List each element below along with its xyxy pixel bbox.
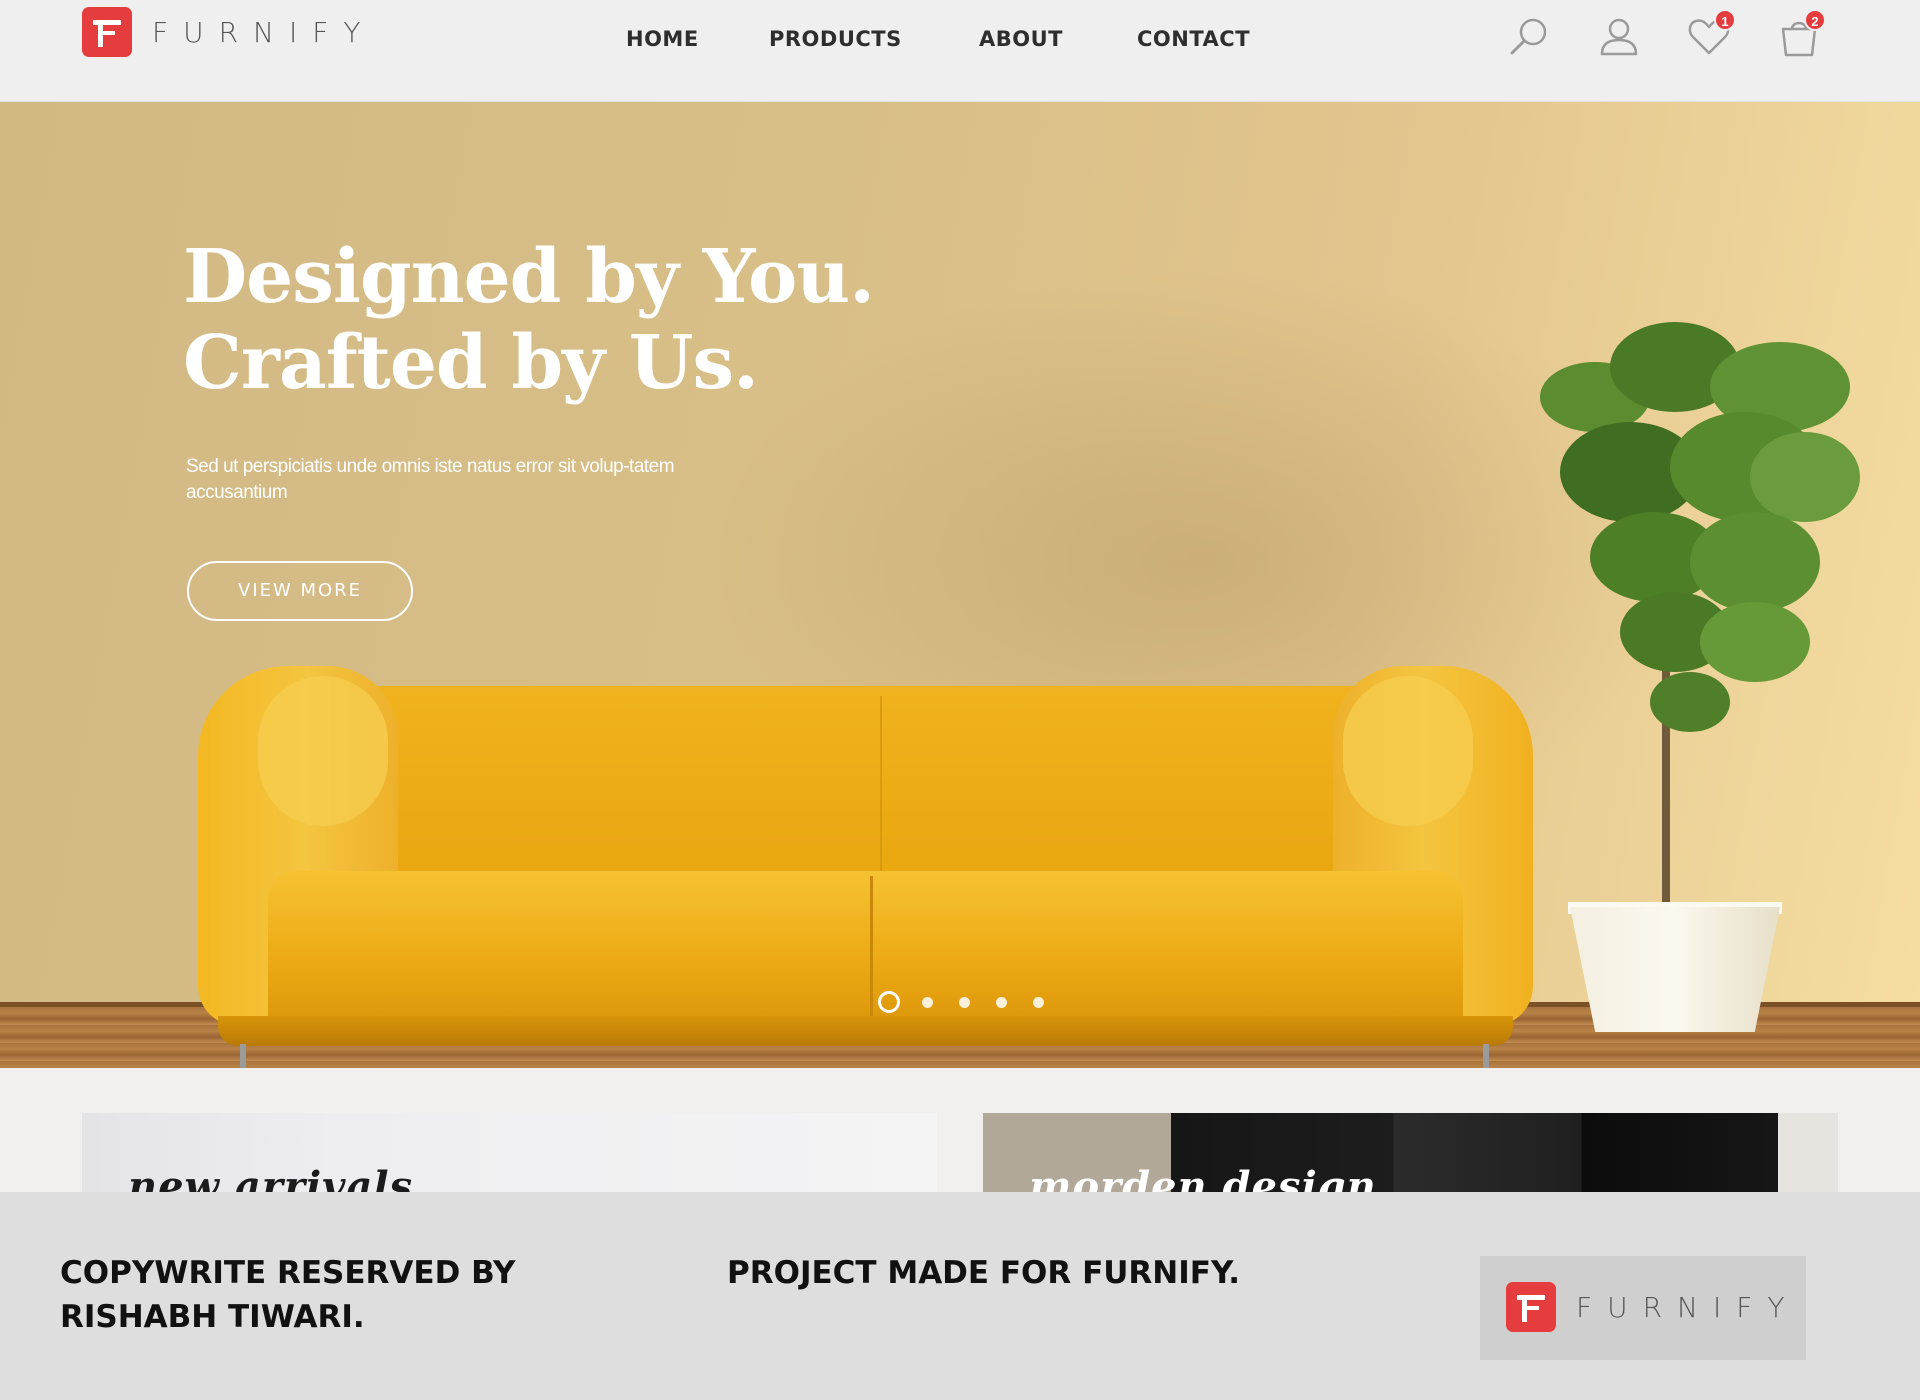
hero-title-line-1: Designed by You. xyxy=(183,234,875,320)
footer-project-note: PROJECT MADE FOR FURNIFY. xyxy=(727,1255,1241,1291)
footer-logo-box: FURNIFY xyxy=(1480,1256,1806,1360)
footer-brand-name: FURNIFY xyxy=(1576,1290,1800,1324)
cart-count-badge: 2 xyxy=(1804,9,1826,31)
nav-about[interactable]: ABOUT xyxy=(979,27,1063,51)
hero-subtitle: Sed ut perspiciatis unde omnis iste natu… xyxy=(186,456,675,503)
hero-title-line-2: Crafted by Us. xyxy=(183,320,759,406)
logo-mark-icon xyxy=(1506,1282,1556,1332)
user-icon xyxy=(1600,18,1638,56)
slide-dot-4[interactable] xyxy=(996,996,1007,1008)
nav-contact[interactable]: CONTACT xyxy=(1137,27,1250,51)
footer-brand-logo[interactable]: FURNIFY xyxy=(1506,1282,1799,1332)
slide-dots xyxy=(878,991,1070,1013)
nav-products[interactable]: PRODUCTS xyxy=(769,27,902,51)
search-button[interactable] xyxy=(1504,12,1554,62)
view-more-button[interactable]: VIEW MORE xyxy=(187,561,413,621)
nav-home[interactable]: HOME xyxy=(626,27,699,51)
logo-mark-icon xyxy=(82,7,132,57)
slide-dot-3[interactable] xyxy=(959,996,970,1008)
cart-button[interactable]: 2 xyxy=(1774,9,1826,62)
slide-dot-1[interactable] xyxy=(878,991,900,1013)
category-title: new arrivals xyxy=(128,1163,414,1193)
brand-name: FURNIFY xyxy=(152,15,376,49)
search-icon xyxy=(1510,18,1547,55)
category-card-new-arrivals[interactable]: new arrivals xyxy=(82,1113,937,1193)
site-footer: COPYWRITE RESERVED BY RISHABH TIWARI. PR… xyxy=(0,1192,1920,1400)
category-title: morden design xyxy=(1029,1163,1377,1193)
hero-title: Designed by You. Crafted by Us. xyxy=(183,234,875,406)
slide-dot-2[interactable] xyxy=(922,996,933,1008)
category-card-morden-design[interactable]: morden design xyxy=(983,1113,1838,1193)
brand-logo[interactable]: FURNIFY xyxy=(82,7,375,57)
account-button[interactable] xyxy=(1594,12,1644,62)
potted-plant-image xyxy=(1500,322,1880,1068)
site-header: FURNIFY HOME PRODUCTS ABOUT CONTACT 1 2 xyxy=(0,0,1920,102)
wishlist-button[interactable]: 1 xyxy=(1684,9,1736,62)
slide-dot-5[interactable] xyxy=(1033,996,1044,1008)
sofa-image xyxy=(198,666,1533,1068)
hero-banner: Designed by You. Crafted by Us. Sed ut p… xyxy=(0,102,1920,1068)
footer-credit: COPYWRITE RESERVED BY RISHABH TIWARI. xyxy=(60,1255,516,1335)
wishlist-count-badge: 1 xyxy=(1714,9,1736,31)
